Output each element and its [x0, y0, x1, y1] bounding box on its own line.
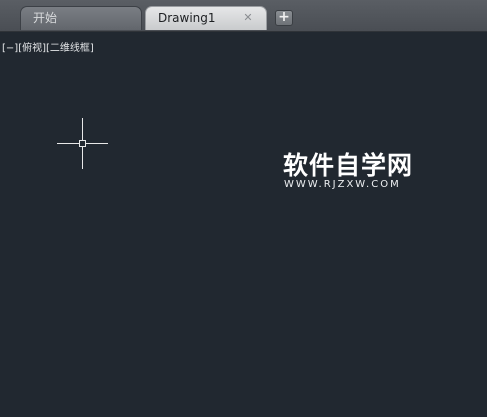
visual-style-control[interactable]: [二维线框]	[46, 43, 94, 54]
tab-drawing1-label: Drawing1	[158, 11, 216, 25]
watermark-url: WWW.RJZXW.COM	[284, 179, 401, 190]
tab-start[interactable]: 开始	[20, 6, 142, 30]
close-icon[interactable]: ✕	[242, 7, 254, 29]
new-tab-button[interactable]: +	[275, 10, 293, 26]
drawing-canvas[interactable]: [−][俯视][二维线框] 软件自学网 WWW.RJZXW.COM	[0, 32, 487, 417]
viewport-minimize-control[interactable]: [−]	[2, 43, 18, 54]
viewport-controls: [−][俯视][二维线框]	[2, 39, 94, 54]
tab-drawing1[interactable]: Drawing1 ✕	[145, 6, 267, 30]
crosshair-cursor-icon	[57, 118, 108, 169]
tab-bar: 开始 Drawing1 ✕ +	[0, 0, 487, 32]
watermark-title: 软件自学网	[283, 151, 414, 180]
view-control[interactable]: [俯视]	[18, 43, 46, 54]
tab-start-label: 开始	[33, 11, 58, 25]
